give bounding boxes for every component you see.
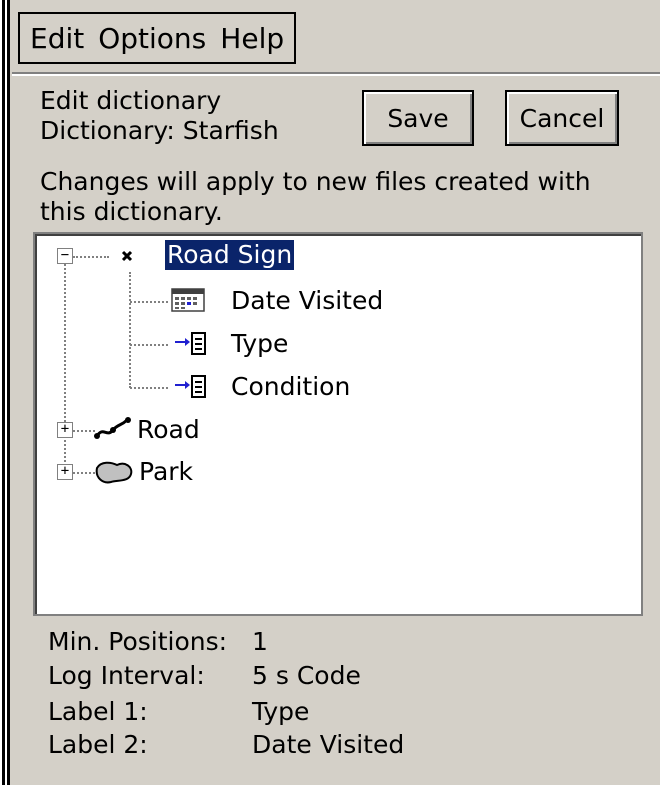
tree-node-type[interactable]: Type — [229, 329, 290, 359]
date-field-icon — [171, 288, 205, 312]
tree-node-road[interactable]: Road — [135, 415, 202, 445]
menu-edit[interactable]: Edit — [30, 22, 84, 55]
dialog-title: Edit dictionary — [40, 86, 222, 115]
label1-value: Type — [252, 697, 310, 726]
feature-tree[interactable]: − Road Sign Date Visited Type Condition … — [33, 232, 643, 616]
menu-help[interactable]: Help — [220, 22, 284, 55]
tree-line — [73, 256, 109, 258]
tree-line — [130, 344, 168, 346]
point-feature-icon — [121, 250, 133, 262]
dialog-window: Edit Options Help Edit dictionary Dictio… — [0, 0, 660, 785]
min-positions-label: Min. Positions: — [48, 627, 228, 656]
notice-text: Changes will apply to new files created … — [40, 167, 591, 196]
window-border — [0, 0, 10, 785]
tree-line — [129, 272, 131, 388]
log-interval-label: Log Interval: — [48, 661, 205, 690]
tree-line — [73, 472, 95, 474]
tree-node-park[interactable]: Park — [137, 457, 195, 487]
tree-line — [64, 264, 66, 474]
menu-options[interactable]: Options — [98, 22, 206, 55]
expand-toggle[interactable]: + — [57, 422, 73, 438]
min-positions-value: 1 — [252, 627, 268, 656]
line-feature-icon — [94, 417, 131, 439]
area-feature-icon — [95, 461, 133, 484]
label2-label: Label 2: — [48, 730, 148, 759]
tree-node-date-visited[interactable]: Date Visited — [229, 286, 385, 316]
notice-text-line2: this dictionary. — [40, 197, 223, 226]
cancel-button[interactable]: Cancel — [505, 90, 619, 146]
tree-line — [130, 387, 168, 389]
tree-node-condition[interactable]: Condition — [229, 372, 352, 402]
label2-value: Date Visited — [252, 730, 405, 759]
log-interval-value: 5 s Code — [252, 661, 361, 690]
menu-bar: Edit Options Help — [18, 12, 297, 64]
collapse-toggle[interactable]: − — [57, 248, 73, 264]
dictionary-name: Dictionary: Starfish — [40, 116, 279, 145]
tree-line — [130, 301, 168, 303]
menu-field-icon — [175, 332, 206, 355]
menu-field-icon — [175, 375, 206, 398]
save-button[interactable]: Save — [362, 90, 474, 146]
label1-label: Label 1: — [48, 697, 148, 726]
separator-highlight — [12, 74, 660, 76]
tree-node-road-sign[interactable]: Road Sign — [163, 239, 296, 271]
tree-line — [73, 430, 95, 432]
expand-toggle[interactable]: + — [57, 464, 73, 480]
